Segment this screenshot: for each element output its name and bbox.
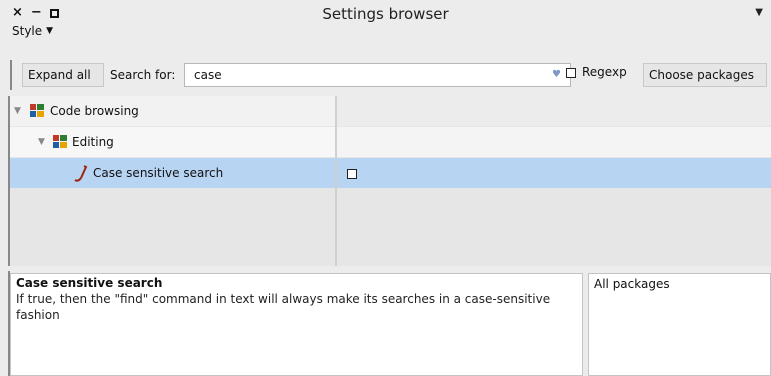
description-pane: Case sensitive search If true, then the … — [10, 273, 583, 376]
case-sensitive-checkbox[interactable] — [347, 169, 357, 179]
tree-row-label: Code browsing — [50, 104, 139, 118]
window-title: Settings browser — [322, 5, 449, 23]
package-icon — [30, 104, 44, 117]
tree-row-value — [337, 127, 771, 157]
search-input-value: case — [194, 68, 222, 82]
description-text: If true, then the "find" command in text… — [16, 292, 551, 322]
tree-row-label: Case sensitive search — [93, 166, 224, 180]
regexp-label: Regexp — [582, 65, 627, 79]
search-history-dropdown-icon[interactable]: ♥ — [552, 69, 561, 80]
regexp-checkbox[interactable] — [566, 68, 576, 78]
setting-icon — [74, 165, 88, 182]
package-icon — [53, 135, 67, 148]
search-label: Search for: — [110, 68, 176, 82]
search-input[interactable]: case — [184, 63, 571, 87]
window-menu-icon[interactable]: ▼ — [755, 7, 763, 18]
chevron-down-icon: ▼ — [46, 26, 54, 36]
style-menu[interactable]: Style ▼ — [12, 24, 53, 38]
tree-row-label: Editing — [72, 135, 114, 149]
packages-pane[interactable]: All packages — [588, 273, 771, 376]
expand-arrow-icon[interactable]: ▼ — [14, 106, 21, 116]
description-title: Case sensitive search — [16, 276, 163, 290]
column-divider[interactable] — [335, 96, 337, 266]
tree-row-value — [337, 96, 771, 126]
choose-packages-button[interactable]: Choose packages — [643, 63, 767, 87]
expand-all-button[interactable]: Expand all — [22, 63, 104, 87]
style-menu-label: Style — [12, 24, 43, 38]
packages-label: All packages — [594, 277, 670, 291]
title-bar: × − Settings browser ▼ — [0, 0, 771, 34]
expand-arrow-icon[interactable]: ▼ — [38, 137, 45, 147]
